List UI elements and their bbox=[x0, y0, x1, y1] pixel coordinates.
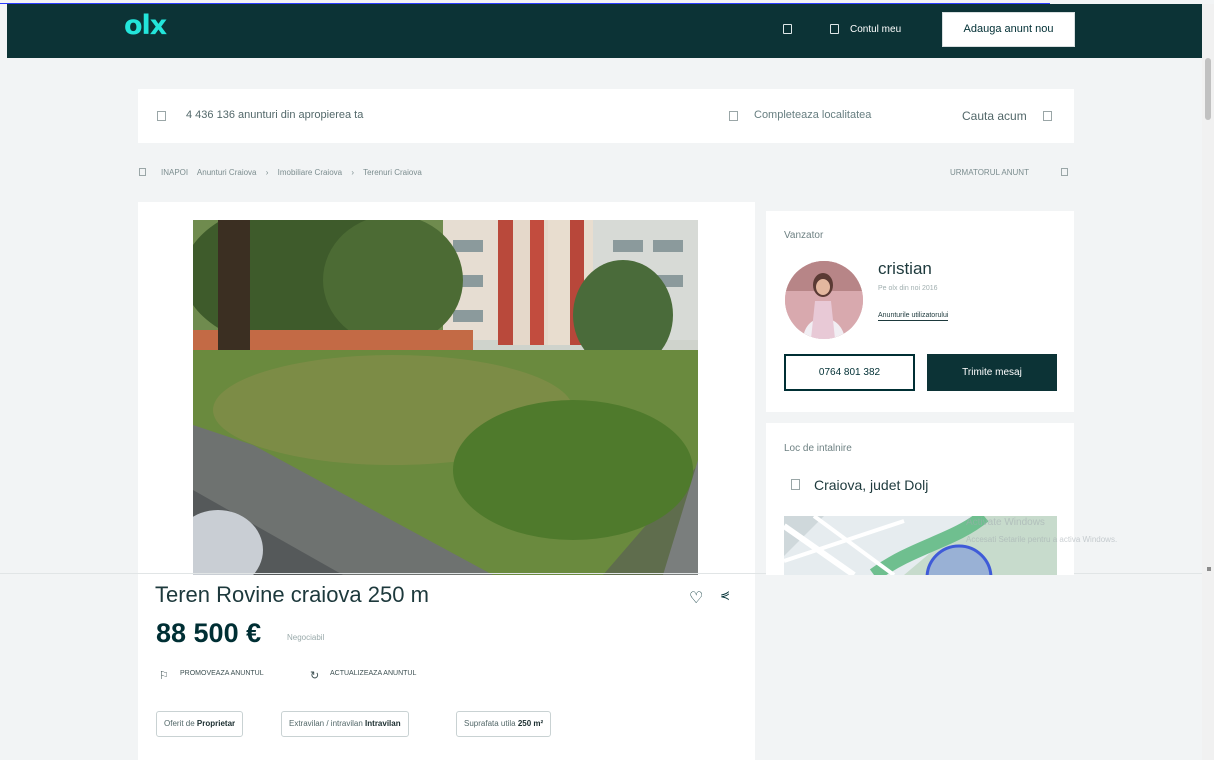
breadcrumb-item[interactable]: Imobiliare Craiova bbox=[278, 168, 342, 177]
tag-land-type: Extravilan / intravilan Intravilan bbox=[281, 711, 409, 737]
phone-button[interactable]: 0764 801 382 bbox=[784, 354, 915, 391]
location-pin-icon bbox=[791, 479, 800, 490]
tag-value: Intravilan bbox=[365, 719, 401, 728]
breadcrumb: INAPOI Anunturi Craiova › Imobiliare Cra… bbox=[161, 168, 429, 177]
avatar-image bbox=[785, 261, 863, 339]
listing-photo-image bbox=[193, 220, 698, 575]
listing-photo[interactable] bbox=[193, 220, 698, 575]
tag-label: Extravilan / intravilan bbox=[289, 719, 363, 728]
tag-label: Suprafata utila bbox=[464, 719, 516, 728]
search-button[interactable]: Cauta acum bbox=[962, 109, 1027, 123]
page: { "header": { "logo": "olx", "account_la… bbox=[0, 0, 1214, 760]
location-heading: Loc de intalnire bbox=[784, 443, 852, 454]
listing-title: Teren Rovine craiova 250 m bbox=[155, 582, 429, 607]
chat-icon[interactable] bbox=[783, 24, 792, 34]
breadcrumb-item[interactable]: Terenuri Craiova bbox=[363, 168, 422, 177]
breadcrumb-back[interactable]: INAPOI bbox=[161, 168, 188, 177]
tag-offered-by: Oferit de Proprietar bbox=[156, 711, 244, 737]
send-message-button[interactable]: Trimite mesaj bbox=[927, 354, 1057, 391]
listing-price: 88 500 € bbox=[156, 618, 262, 648]
location-value: Craiova, judet Dolj bbox=[814, 477, 929, 493]
seller-member-since: Pe olx din noi 2016 bbox=[878, 285, 938, 292]
chevron-right-icon[interactable] bbox=[1061, 168, 1068, 176]
promote-ad-link[interactable]: PROMOVEAZA ANUNTUL bbox=[180, 670, 264, 677]
seller-heading: Vanzator bbox=[784, 230, 824, 241]
seller-name: cristian bbox=[878, 259, 932, 278]
breadcrumb-separator: › bbox=[351, 168, 355, 177]
windows-activation-note: Accesati Setarile pentru a activa Window… bbox=[966, 535, 1118, 544]
search-icon bbox=[157, 111, 166, 121]
next-ad-link[interactable]: URMATORUL ANUNT bbox=[950, 168, 1029, 177]
seller-avatar[interactable] bbox=[785, 261, 863, 339]
scrollbar-thumb[interactable] bbox=[1205, 58, 1211, 120]
refresh-icon[interactable]: ↻ bbox=[310, 669, 319, 682]
tag-value: Proprietar bbox=[196, 719, 236, 728]
refresh-ad-link[interactable]: ACTUALIZEAZA ANUNTUL bbox=[330, 670, 416, 677]
tag-value: 250 m² bbox=[517, 719, 544, 728]
tag-surface: Suprafata utila 250 m² bbox=[456, 711, 552, 737]
promote-flag-icon[interactable]: ⚐ bbox=[159, 669, 169, 682]
olx-logo[interactable]: olx bbox=[124, 10, 167, 41]
account-link[interactable]: Contul meu bbox=[850, 24, 901, 35]
windows-activation-title: Activate Windows bbox=[966, 517, 1045, 528]
post-ad-button[interactable]: Adauga anunt nou bbox=[942, 12, 1075, 47]
search-button-icon[interactable] bbox=[1043, 111, 1052, 121]
share-icon[interactable]: ⋞ bbox=[720, 588, 730, 602]
location-pin-icon bbox=[729, 111, 738, 121]
account-icon[interactable] bbox=[830, 24, 839, 34]
price-negotiable-label: Negociabil bbox=[287, 633, 325, 642]
back-arrow-icon[interactable] bbox=[139, 168, 146, 176]
breadcrumb-separator: › bbox=[265, 168, 269, 177]
breadcrumb-item[interactable]: Anunturi Craiova bbox=[197, 168, 257, 177]
favorite-heart-icon[interactable]: ♡ bbox=[689, 588, 703, 608]
search-input[interactable]: 4 436 136 anunturi din apropierea ta bbox=[186, 109, 363, 121]
tag-label: Oferit de bbox=[164, 719, 195, 728]
seller-ads-link[interactable]: Anunturile utilizatorului bbox=[878, 312, 949, 321]
scroll-arrow-icon[interactable] bbox=[1207, 567, 1211, 571]
location-input[interactable]: Completeaza localitatea bbox=[754, 109, 871, 121]
